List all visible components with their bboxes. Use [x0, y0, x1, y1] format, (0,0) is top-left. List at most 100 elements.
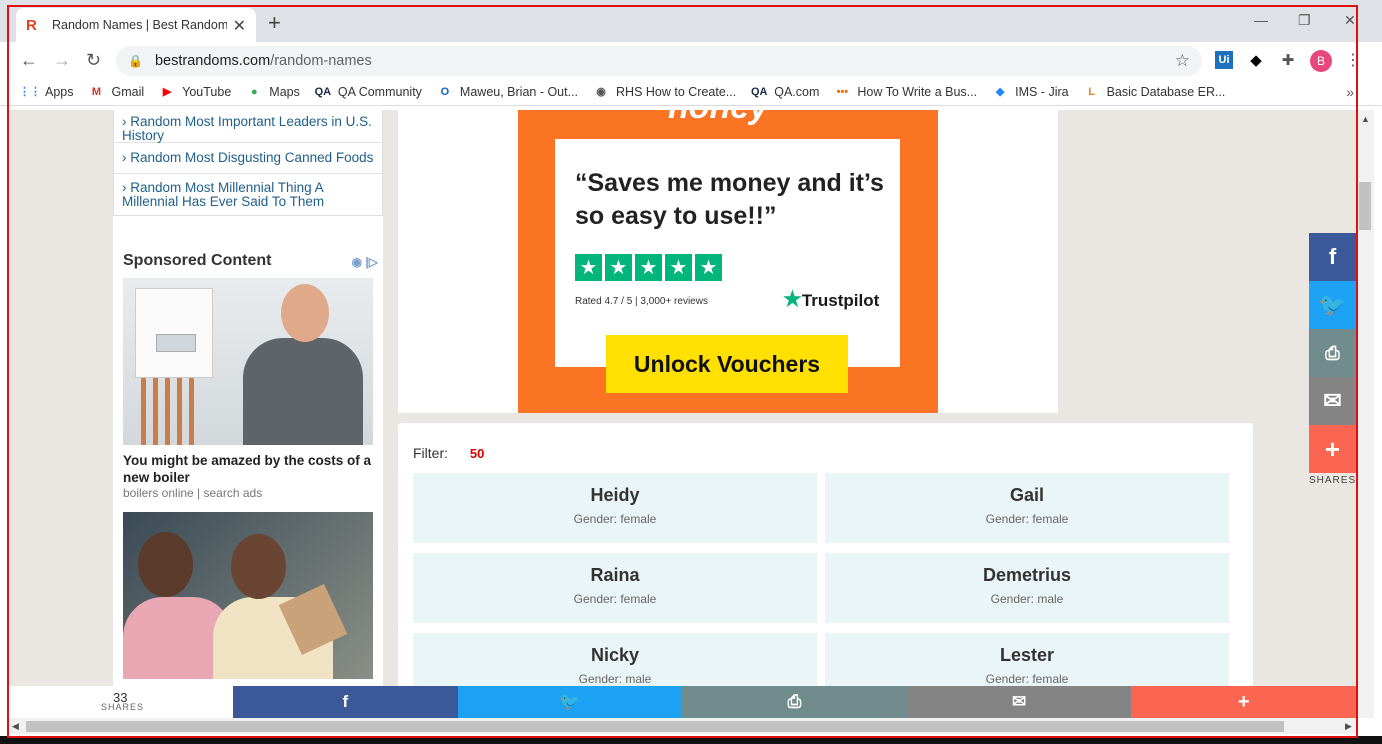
name-value: Heidy — [590, 485, 640, 505]
filter-count[interactable]: 50 — [470, 446, 484, 461]
gender-value: Gender: female — [573, 512, 657, 526]
sponsored-title[interactable]: You might be amazed by the costs of a ne… — [123, 452, 378, 486]
honey-ad-banner[interactable]: honey “Saves me money and it’s so easy t… — [518, 110, 938, 413]
engineer-head — [281, 284, 329, 342]
bookmark-item[interactable]: ◆ IMS - Jira — [992, 84, 1069, 100]
scroll-left-icon[interactable]: ◀ — [12, 721, 19, 732]
name-value: Nicky — [590, 645, 640, 665]
facebook-share-button[interactable]: f — [233, 686, 458, 718]
reload-icon[interactable]: ↻ — [86, 50, 101, 71]
name-value: Lester — [999, 645, 1055, 665]
adchoices-icon[interactable]: ◉ |▷ — [352, 255, 378, 269]
names-results: Filter: 50 Heidy Gender: female Gail Gende… — [398, 423, 1253, 686]
star-icon: ★ — [665, 254, 692, 281]
close-tab-icon[interactable]: ✕ — [233, 16, 246, 36]
vertical-scroll-thumb[interactable] — [1359, 182, 1371, 230]
address-bar[interactable]: 🔒 bestrandoms.com/random-names ☆ — [116, 46, 1202, 76]
engineer-body — [243, 338, 363, 445]
jira-icon: ◆ — [995, 86, 1005, 98]
scroll-right-icon[interactable]: ▶ — [1345, 721, 1352, 732]
gmail-icon: M — [91, 85, 102, 98]
tab-random-names[interactable]: R Random Names | Best Random T ✕ — [16, 8, 256, 42]
twitter-share-button[interactable]: 🐦 — [457, 686, 683, 718]
bookmark-label: QA.com — [774, 84, 820, 99]
bookmark-item[interactable]: M Gmail — [89, 84, 145, 100]
bookmark-item[interactable]: L Basic Database ER... — [1084, 84, 1226, 100]
email-share-button[interactable]: ✉ — [906, 686, 1132, 718]
sidebar: › Random Most Important Leaders in U.S. … — [113, 110, 383, 686]
more-share-button[interactable]: + — [1309, 425, 1356, 473]
new-tab-button[interactable]: + — [268, 10, 281, 36]
bookmark-label: Maps — [269, 84, 300, 99]
trustpilot-text: Trustpilot — [801, 291, 880, 310]
filter-label: Filter: — [413, 445, 448, 461]
name-card: Lester Gender: female — [825, 633, 1229, 686]
uipath-extension-icon[interactable]: Ui — [1215, 51, 1233, 69]
bookmark-label: Maweu, Brian - Out... — [459, 84, 579, 99]
bookmark-item[interactable]: ◉ RHS How to Create... — [593, 84, 736, 100]
advertisement: honey “Saves me money and it’s so easy t… — [398, 110, 1058, 413]
minimize-icon[interactable]: — — [1254, 12, 1268, 28]
name-card: Gail Gender: female — [825, 473, 1229, 543]
page-viewport: › Random Most Important Leaders in U.S. … — [9, 110, 1356, 686]
bookmark-item[interactable]: ••• How To Write a Bus... — [834, 84, 978, 100]
name-value: Raina — [590, 565, 640, 585]
twitter-share-button[interactable]: 🐦 — [1309, 281, 1356, 329]
bookmark-item[interactable]: ▶ YouTube — [159, 84, 231, 100]
shares-count-label: SHARES — [101, 702, 145, 712]
gender-value: Gender: female — [985, 672, 1069, 686]
bookmark-item[interactable]: ● Maps — [246, 84, 300, 100]
plus-icon: + — [1324, 433, 1341, 464]
bookmark-item[interactable]: ⋮⋮ Apps — [19, 84, 74, 100]
scroll-up-icon[interactable]: ▲ — [1361, 114, 1370, 124]
menu-kebab-icon[interactable]: ⋮ — [1344, 51, 1362, 69]
profile-avatar[interactable]: B — [1310, 50, 1332, 72]
related-link[interactable]: › Random Most Disgusting Canned Foods — [114, 142, 382, 173]
more-share-button[interactable]: + — [1131, 686, 1356, 718]
bookmark-item[interactable]: QA QA Community — [315, 84, 422, 100]
horizontal-scrollbar[interactable]: ◀ ▶ — [9, 718, 1356, 734]
bookmark-label: QA Community — [337, 84, 422, 99]
star-icon: ★ — [695, 254, 722, 281]
boiler-ad-image[interactable] — [123, 278, 373, 445]
trustpilot-star-icon: ★ — [783, 288, 802, 311]
layers-extension-icon[interactable]: ◆ — [1247, 51, 1265, 69]
bookmark-item[interactable]: O Maweu, Brian - Out... — [437, 84, 578, 100]
print-icon: ⎙ — [1325, 342, 1340, 363]
bookmark-label: Basic Database ER... — [1106, 84, 1226, 99]
email-icon: ✉ — [1011, 692, 1027, 711]
testimonial-quote: “Saves me money and it’s so easy to use!… — [575, 169, 884, 230]
related-link[interactable]: › Random Most Millennial Thing A Millenn… — [114, 173, 382, 215]
print-share-button[interactable]: ⎙ — [682, 686, 907, 718]
boiler-panel — [156, 334, 196, 352]
back-arrow-icon[interactable]: ← — [20, 50, 38, 71]
couple-ad-image[interactable] — [123, 512, 373, 679]
man-head — [231, 534, 286, 599]
email-share-button[interactable]: ✉ — [1309, 377, 1356, 425]
lucidchart-icon: L — [1088, 85, 1095, 98]
restore-icon[interactable]: ❐ — [1298, 12, 1311, 29]
bookmark-label: YouTube — [182, 84, 232, 99]
horizontal-scroll-thumb[interactable] — [26, 721, 1284, 732]
bookmarks-overflow-icon[interactable]: » — [1346, 84, 1354, 100]
print-share-button[interactable]: ⎙ — [1309, 329, 1356, 377]
facebook-share-button[interactable]: f — [1309, 233, 1356, 281]
rating-stars: ★ ★ ★ ★ ★ — [575, 254, 725, 281]
url-text: bestrandoms.com/random-names — [155, 53, 372, 69]
close-window-icon[interactable]: ✕ — [1344, 12, 1356, 29]
bookmark-label: Apps — [45, 84, 74, 99]
vertical-scrollbar[interactable]: ▲ — [1356, 110, 1374, 718]
bookmark-item[interactable]: QA QA.com — [751, 84, 819, 100]
testimonial-card: “Saves me money and it’s so easy to use!… — [555, 139, 900, 367]
bookmark-star-icon[interactable]: ☆ — [1175, 51, 1190, 71]
extensions-puzzle-icon[interactable]: ✚ — [1279, 51, 1297, 69]
sponsored-heading: Sponsored Content ◉ |▷ — [123, 252, 378, 270]
facebook-icon: f — [1328, 244, 1337, 269]
name-card: Demetrius Gender: male — [825, 553, 1229, 623]
unlock-vouchers-button[interactable]: Unlock Vouchers — [606, 335, 848, 393]
related-link[interactable]: › Random Most Important Leaders in U.S. … — [114, 110, 382, 143]
qa-icon: QA — [314, 85, 332, 98]
bookmark-label: Gmail — [111, 84, 145, 99]
forward-arrow-icon[interactable]: → — [53, 50, 71, 71]
bookmark-label: IMS - Jira — [1015, 84, 1069, 99]
